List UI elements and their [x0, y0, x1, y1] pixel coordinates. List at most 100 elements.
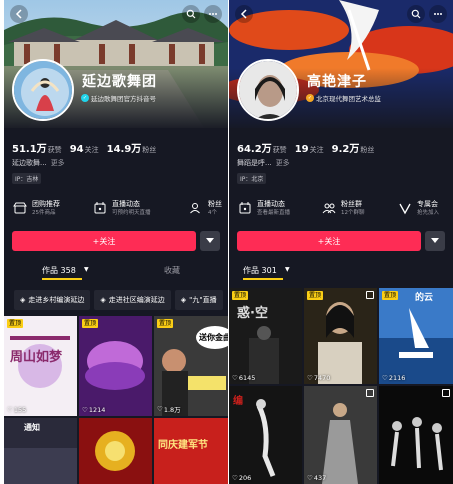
- video-grid: 惑·空 置顶 ♡ 6145 置顶 ♡ 7470 的云 置顶 ♡ 2116 编 ♡ 206…: [229, 288, 453, 484]
- triangle-down-icon: [206, 238, 214, 243]
- playlist-row: ◈ 走进乡村编演延边 ◈ 走进社区编演延边 ◈ "九"直播: [4, 290, 228, 310]
- back-arrow-icon: [15, 9, 22, 19]
- bio-more-link[interactable]: 更多: [276, 159, 290, 167]
- bio-more-link[interactable]: 更多: [51, 159, 65, 167]
- profile-panel-left: 延边歌舞团 ✓ 延边歌舞团官方抖音号 51.1万获赞 94关注 14.9万粉丝 …: [4, 0, 228, 484]
- like-count: ♡ 155: [7, 406, 27, 414]
- video-tile[interactable]: 置顶 ♡ 1214: [79, 316, 152, 416]
- verified-text: 延边歌舞团官方抖音号: [91, 95, 156, 103]
- pinned-badge: 置顶: [307, 291, 324, 300]
- pinned-badge: 置顶: [382, 291, 399, 300]
- back-button[interactable]: [235, 5, 253, 23]
- search-icon: [411, 9, 421, 19]
- shop-icon: [12, 200, 28, 216]
- service-fan-group[interactable]: 粉丝群 12个群聊: [321, 193, 365, 223]
- heart-icon: ♡: [307, 474, 313, 482]
- calendar-icon: [92, 200, 108, 216]
- like-count: ♡ 6145: [232, 374, 256, 382]
- heart-icon: ♡: [157, 405, 163, 413]
- heart-icon: ♡: [7, 406, 13, 414]
- video-tile[interactable]: 惑·空 置顶 ♡ 6145: [229, 288, 302, 384]
- like-count: ♡ 2116: [382, 374, 406, 382]
- like-count: ♡ 206: [232, 474, 252, 482]
- heart-icon: ♡: [82, 406, 88, 414]
- like-count: ♡ 1214: [82, 406, 106, 414]
- search-button[interactable]: [407, 5, 425, 23]
- stats-row: 64.2万获赞 19关注 9.2万粉丝: [237, 137, 374, 156]
- service-shop[interactable]: 团购推荐 25件商品: [12, 193, 60, 223]
- search-icon: [186, 9, 196, 19]
- playlist-icon: ◈: [100, 296, 106, 304]
- fans-icon: [188, 200, 204, 216]
- heart-icon: ♡: [232, 474, 238, 482]
- service-live[interactable]: 直播动态 可预约明天直播: [92, 193, 151, 223]
- service-vip[interactable]: 专属会 抢先加入: [397, 193, 439, 223]
- stats-row: 51.1万获赞 94关注 14.9万粉丝: [12, 137, 156, 156]
- group-icon: [321, 200, 337, 216]
- playlist-icon: ◈: [180, 296, 187, 304]
- like-count: ♡ 1.8万: [157, 405, 181, 414]
- multi-image-icon: [366, 389, 374, 397]
- follow-dropdown-button[interactable]: [200, 231, 220, 251]
- playlist-item[interactable]: ◈ "九"直播: [174, 290, 223, 310]
- back-button[interactable]: [10, 5, 28, 23]
- more-button[interactable]: [204, 5, 222, 23]
- heart-icon: ♡: [382, 374, 388, 382]
- video-tile[interactable]: 的云 置顶 ♡ 2116: [379, 288, 453, 384]
- playlist-item[interactable]: ◈ 走进社区编演延边: [94, 290, 171, 310]
- video-tile[interactable]: 编 ♡ 206: [229, 386, 302, 484]
- service-row: 直播动态 查看最新直播 粉丝群 12个群聊 专属会 抢先加入: [229, 193, 453, 223]
- service-fans[interactable]: 粉丝 4个: [188, 193, 222, 223]
- multi-image-icon: [366, 291, 374, 299]
- pinned-badge: 置顶: [157, 319, 174, 328]
- top-bar: [229, 4, 453, 24]
- video-tile[interactable]: 送你金曲 置顶 ♡ 1.8万: [154, 316, 228, 416]
- tab-favorites[interactable]: 收藏: [164, 265, 180, 276]
- calendar-icon: [237, 200, 253, 216]
- pinned-badge: 置顶: [232, 291, 249, 300]
- pinned-badge: 置顶: [7, 319, 24, 328]
- stat-likes[interactable]: 51.1万获赞: [12, 137, 62, 156]
- follow-button[interactable]: +关注: [237, 231, 421, 251]
- stat-following[interactable]: 19关注: [295, 137, 324, 156]
- follow-button[interactable]: +关注: [12, 231, 196, 251]
- profile-name: 高艳津子: [307, 74, 367, 90]
- video-tile[interactable]: 通知: [4, 418, 77, 484]
- triangle-down-icon: [431, 238, 439, 243]
- like-count: ♡ 7470: [307, 374, 331, 382]
- avatar[interactable]: [12, 59, 74, 121]
- tab-works[interactable]: 作品 358: [42, 265, 76, 276]
- back-arrow-icon: [240, 9, 247, 19]
- video-tile[interactable]: 同庆建军节: [154, 418, 228, 484]
- more-button[interactable]: [429, 5, 447, 23]
- stat-following[interactable]: 94关注: [70, 137, 99, 156]
- tab-works-caret-icon: ▼: [84, 266, 89, 273]
- ip-location: IP：吉林: [12, 173, 42, 184]
- stat-likes[interactable]: 64.2万获赞: [237, 137, 287, 156]
- like-count: ♡ 437: [307, 474, 327, 482]
- avatar[interactable]: [237, 59, 299, 121]
- service-row: 团购推荐 25件商品 直播动态 可预约明天直播 粉丝 4个: [4, 193, 228, 223]
- video-tile[interactable]: ♡ 437: [304, 386, 377, 484]
- video-tile[interactable]: 置顶 ♡ 7470: [304, 288, 377, 384]
- stat-followers[interactable]: 14.9万粉丝: [107, 137, 157, 156]
- vip-icon: [397, 200, 413, 216]
- video-tile[interactable]: [379, 386, 453, 484]
- service-live[interactable]: 直播动态 查看最新直播: [237, 193, 290, 223]
- follow-dropdown-button[interactable]: [425, 231, 445, 251]
- playlist-icon: ◈: [20, 296, 26, 304]
- video-tile[interactable]: [79, 418, 152, 484]
- tab-works[interactable]: 作品 301: [243, 265, 277, 276]
- profile-name: 延边歌舞团: [82, 74, 157, 90]
- video-grid: 周山如梦 置顶 ♡ 155 置顶 ♡ 1214 送你金曲 置顶 ♡ 1.8万 通知 同…: [4, 316, 228, 484]
- stat-followers[interactable]: 9.2万粉丝: [332, 137, 375, 156]
- tab-works-caret-icon: ▼: [285, 266, 290, 273]
- more-dots-icon: [434, 13, 442, 15]
- search-button[interactable]: [182, 5, 200, 23]
- verified-label: ✓ 延边歌舞团官方抖音号: [81, 93, 156, 103]
- heart-icon: ♡: [307, 374, 313, 382]
- active-tab-indicator: [42, 278, 82, 280]
- video-tile[interactable]: 周山如梦 置顶 ♡ 155: [4, 316, 77, 416]
- playlist-item[interactable]: ◈ 走进乡村编演延边: [14, 290, 91, 310]
- verified-badge-icon: ✓: [306, 94, 314, 102]
